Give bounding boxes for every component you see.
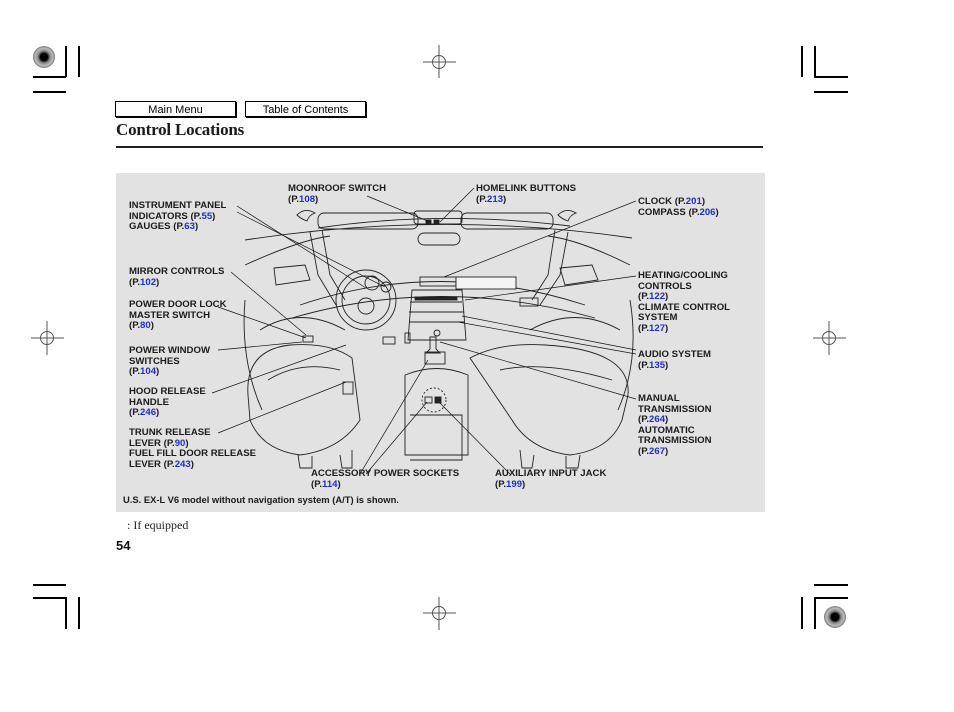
page-link-moonroof[interactable]: 108 (299, 194, 315, 205)
pedal (382, 336, 396, 345)
driver-seat (247, 344, 361, 456)
page-link-instrument-indicators[interactable]: 55 (202, 211, 213, 222)
leader-clock-compass (443, 200, 637, 278)
page-link-climate-control[interactable]: 127 (649, 323, 665, 334)
sun-visor-right (460, 212, 554, 230)
label-power-window: POWER WINDOW SWITCHES (P.104) (129, 345, 211, 377)
page-link-clock[interactable]: 201 (686, 196, 702, 207)
label-hood-release: HOOD RELEASE HANDLE (P.246) (129, 386, 206, 418)
leader-power-door-lock (217, 306, 307, 339)
leader-trunk-release (217, 381, 347, 434)
page-link-homelink[interactable]: 213 (487, 194, 503, 205)
page-link-fuel-fill[interactable]: 243 (175, 459, 191, 470)
page-link-mirror-controls[interactable]: 102 (140, 277, 156, 288)
label-homelink-buttons: HOMELINK BUTTONS (P.213) (476, 183, 577, 205)
page-link-manual-transmission[interactable]: 264 (649, 414, 665, 425)
label-heating-climate: HEATING/COOLING CONTROLS (P.122) CLIMATE… (638, 270, 731, 334)
page-link-compass[interactable]: 206 (699, 207, 715, 218)
label-trunk-fuel-release: TRUNK RELEASE LEVER (P.90) FUEL FILL DOO… (129, 427, 257, 470)
label-moonroof-switch: MOONROOF SWITCH (P.108) (288, 183, 387, 205)
shift-lever (424, 336, 442, 354)
passenger-seat (469, 344, 629, 456)
model-note: U.S. EX-L V6 model without navigation sy… (123, 494, 399, 505)
leader-hood-release (211, 344, 347, 394)
side-mirror-left (273, 264, 311, 286)
label-accessory-power-sockets: ACCESSORY POWER SOCKETS (P.114) (311, 468, 460, 490)
page-number: 54 (116, 538, 131, 553)
page-link-power-window[interactable]: 104 (140, 366, 156, 377)
page-link-automatic-transmission[interactable]: 267 (649, 446, 665, 457)
label-mirror-controls: MIRROR CONTROLS (P.102) (129, 266, 225, 288)
page-link-accessory-power[interactable]: 114 (322, 479, 337, 490)
page-link-audio[interactable]: 135 (649, 360, 665, 371)
leader-homelink (439, 187, 475, 223)
grab-handle-left (296, 210, 317, 222)
door-switch (302, 335, 314, 343)
leader-accessory-socket-1 (359, 359, 429, 475)
if-equipped-footnote: : If equipped (127, 518, 189, 532)
grab-handle-right (557, 210, 578, 222)
leader-power-window (217, 341, 303, 351)
label-auxiliary-input-jack: AUXILIARY INPUT JACK (P.199) (495, 468, 607, 490)
label-power-door-lock: POWER DOOR LOCK MASTER SWITCH (P.80) (129, 299, 227, 331)
label-instrument-panel: INSTRUMENT PANEL INDICATORS (P.55) GAUGE… (129, 200, 227, 232)
label-transmission: MANUAL TRANSMISSION (P.264) AUTOMATIC TR… (638, 393, 712, 457)
label-audio-system: AUDIO SYSTEM (P.135) (638, 349, 712, 371)
page-link-gauges[interactable]: 63 (184, 221, 195, 232)
page-link-heating-cooling[interactable]: 122 (649, 291, 665, 302)
page-link-hood-release[interactable]: 246 (140, 407, 156, 418)
label-clock-compass: CLOCK (P.201) COMPASS (P.206) (638, 196, 719, 218)
page-link-aux-input[interactable]: 199 (506, 479, 522, 490)
console-inset (421, 387, 447, 413)
leader-transmission (439, 341, 637, 400)
page-link-power-door-lock[interactable]: 80 (140, 320, 151, 331)
rearview-mirror (417, 232, 461, 246)
hood-release-handle (342, 381, 354, 395)
headliner-line (244, 224, 633, 241)
page-link-trunk-release[interactable]: 90 (175, 438, 186, 449)
leader-aux-input (439, 402, 511, 475)
